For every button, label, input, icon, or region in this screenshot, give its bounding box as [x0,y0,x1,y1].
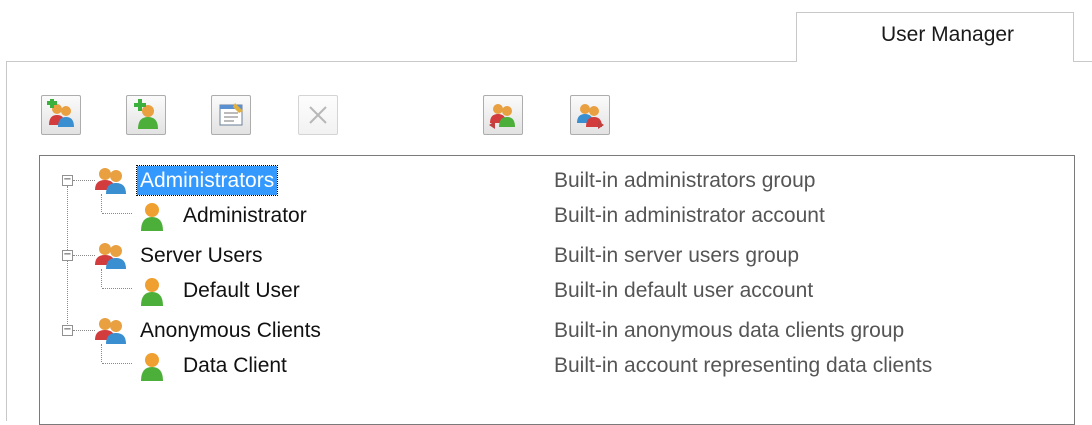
group-icon [95,243,126,269]
collapse-toggle[interactable]: − [62,250,73,261]
user-group-arrow-icon [489,104,515,129]
collapse-toggle[interactable]: − [62,325,73,336]
properties-icon [219,103,243,126]
tree-item-label: Administrators [135,165,279,196]
user-tree[interactable]: − Administrators Built-in administrators… [39,155,1075,425]
add-group-icon [47,99,74,127]
add-user-icon [134,99,158,129]
tree-item-description: Built-in administrator account [554,204,825,227]
user-group-arrow-out-icon [577,104,604,129]
tree-item-server-users[interactable]: − Server Users Built-in server users gro… [40,239,1074,276]
move-from-group-button[interactable] [570,95,610,135]
tree-item-label: Server Users [140,244,263,267]
tree-item-description: Built-in server users group [554,244,800,267]
tree-item-administrator[interactable]: Administrator Built-in administrator acc… [40,199,1074,236]
tree-item-anonymous-clients[interactable]: − Anonymous Clients Built-in anonymous d… [40,314,1074,351]
tree-item-description: Built-in default user account [554,279,814,302]
properties-button[interactable] [211,95,251,135]
delete-button[interactable] [298,95,338,135]
delete-icon [309,106,327,124]
tree-item-label: Data Client [183,354,287,377]
user-icon [141,278,163,306]
move-to-group-button[interactable] [483,95,523,135]
collapse-toggle[interactable]: − [62,175,73,186]
tree-item-description: Built-in anonymous data clients group [554,319,905,342]
tree-item-label: Administrator [183,204,307,227]
tab-user-manager[interactable]: User Manager [796,12,1074,62]
tree-item-description: Built-in administrators group [554,169,816,192]
user-icon [141,203,163,231]
tab-label: User Manager [881,23,1015,46]
tree-item-label: Default User [183,279,300,302]
tree-item-description: Built-in account representing data clien… [554,354,933,377]
user-icon [141,353,163,381]
add-group-button[interactable] [41,95,81,135]
add-user-button[interactable] [126,95,166,135]
group-icon [95,318,126,344]
group-icon [95,168,126,194]
tree-item-administrators[interactable]: − Administrators Built-in administrators… [40,164,1074,201]
tree-item-default-user[interactable]: Default User Built-in default user accou… [40,274,1074,311]
tree-item-data-client[interactable]: Data Client Built-in account representin… [40,349,1074,386]
tree-item-label: Anonymous Clients [140,319,321,342]
